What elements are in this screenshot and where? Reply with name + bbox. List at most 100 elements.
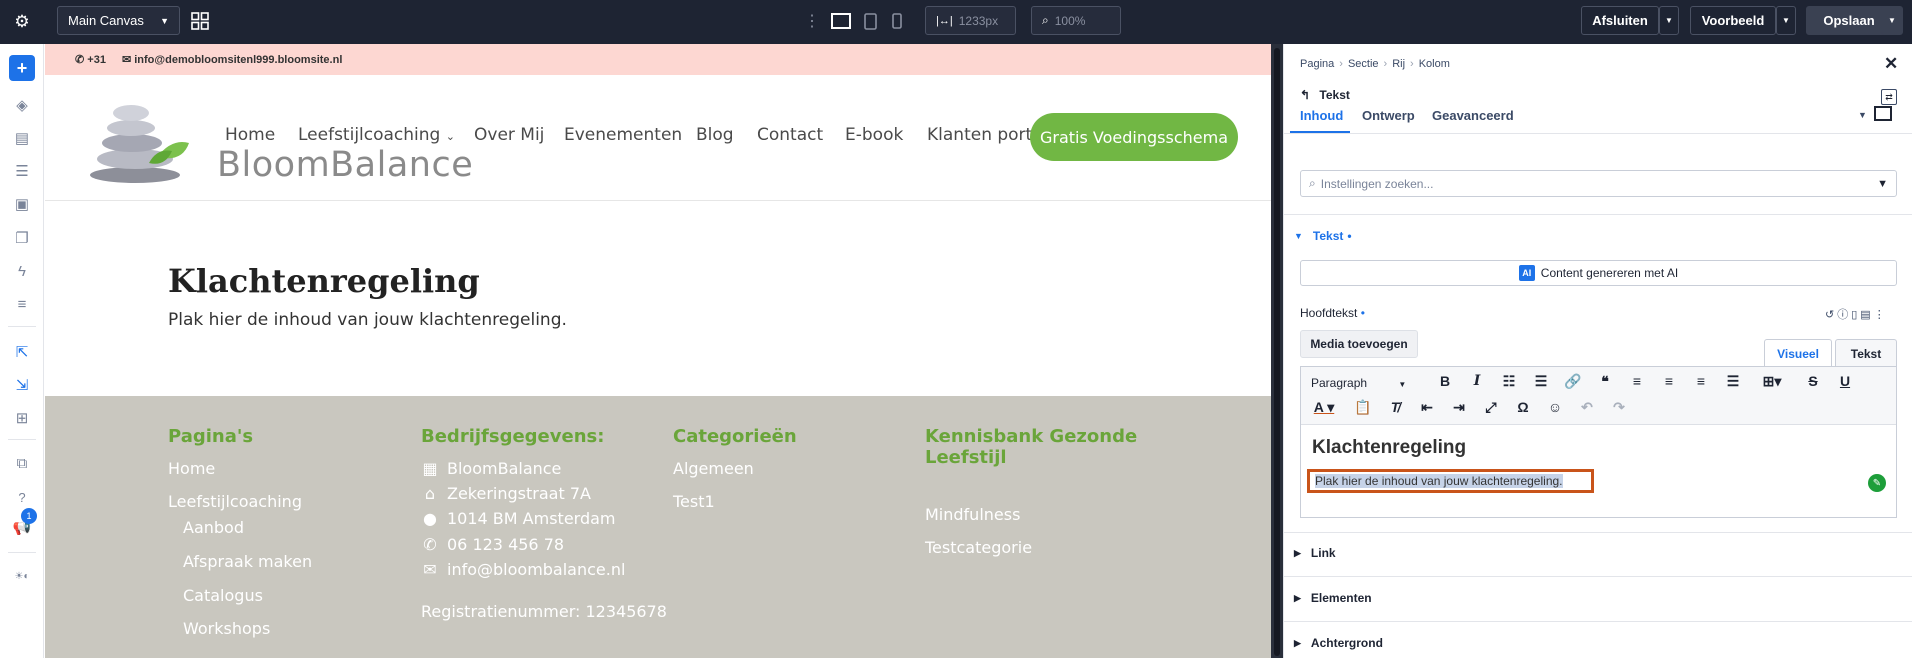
gear-icon[interactable]: ⚙	[10, 10, 34, 34]
editor-paragraph-selected[interactable]: Plak hier de inhoud van jouw klachtenreg…	[1307, 469, 1594, 493]
mobile-view-icon[interactable]	[888, 10, 906, 32]
blockquote-icon[interactable]: ❝	[1595, 373, 1615, 390]
nav-contact[interactable]: Contact	[757, 125, 823, 145]
nav-ebook[interactable]: E-book	[845, 125, 903, 145]
tab-visual-editor[interactable]: Visueel	[1764, 339, 1832, 367]
close-options-dropdown[interactable]: ▼	[1659, 6, 1679, 35]
select-tool-icon[interactable]: ⇱	[9, 339, 35, 365]
save-button[interactable]: Opslaan	[1806, 6, 1892, 35]
bullet-list-icon[interactable]: ☷	[1499, 373, 1519, 390]
database-icon[interactable]: ☰	[9, 158, 35, 184]
structure-icon[interactable]: ⊞	[9, 405, 35, 431]
page-text[interactable]: Plak hier de inhoud van jouw klachtenreg…	[168, 310, 567, 330]
underline-icon[interactable]: U	[1835, 373, 1855, 389]
section-link-header[interactable]: ▶ Link	[1294, 546, 1336, 560]
list-settings-icon[interactable]: ≡	[9, 291, 35, 317]
section-achtergrond-header[interactable]: ▶ Achtergrond	[1294, 636, 1383, 650]
nav-home[interactable]: Home	[225, 125, 275, 145]
align-justify-icon[interactable]: ☰	[1723, 373, 1743, 390]
tablet-view-icon[interactable]	[860, 10, 880, 32]
library-icon[interactable]: ▤	[9, 125, 35, 151]
footer-email[interactable]: ✉ info@bloombalance.nl	[421, 560, 625, 579]
editor-heading[interactable]: Klachtenregeling	[1312, 437, 1466, 459]
grammar-check-icon[interactable]: ✎	[1868, 474, 1886, 492]
footer-category-link[interactable]: Test1	[673, 492, 715, 511]
breadcrumb-item[interactable]: Sectie	[1348, 58, 1379, 70]
width-field[interactable]: |↔| 1233px	[925, 6, 1016, 35]
close-editor-button[interactable]: Afsluiten	[1581, 6, 1659, 35]
stack-icon[interactable]: ⧉	[9, 450, 35, 476]
indent-icon[interactable]: ⇥	[1449, 399, 1469, 416]
info-icon[interactable]: ⓘ	[1837, 309, 1851, 321]
footer-link[interactable]: Home	[168, 459, 215, 478]
close-panel-icon[interactable]: ✕	[1884, 54, 1898, 74]
canvas-scrollbar[interactable]	[1271, 44, 1283, 658]
tab-inhoud[interactable]: Inhoud	[1300, 108, 1343, 123]
numbered-list-icon[interactable]: ☰	[1531, 373, 1551, 390]
settings-search-input[interactable]: ⌕ Instellingen zoeken... ▼	[1300, 170, 1897, 197]
align-center-icon[interactable]: ≡	[1659, 373, 1679, 389]
align-left-icon[interactable]: ≡	[1627, 373, 1647, 389]
clear-formatting-icon[interactable]: T̸	[1385, 399, 1405, 415]
preview-options-dropdown[interactable]: ▼	[1776, 6, 1796, 35]
generate-ai-button[interactable]: AI Content genereren met AI	[1300, 260, 1897, 286]
nav-leefstijlcoaching[interactable]: Leefstijlcoaching ⌄	[298, 125, 455, 145]
responsive-dropdown-icon[interactable]: ▼	[1858, 110, 1867, 120]
emoji-icon[interactable]: ☺	[1545, 399, 1565, 415]
section-elementen-header[interactable]: ▶ Elementen	[1294, 591, 1372, 605]
more-options-icon[interactable]: ⋮	[1874, 309, 1888, 321]
breadcrumb-item[interactable]: Pagina	[1300, 58, 1334, 70]
special-character-icon[interactable]: Ω	[1513, 399, 1533, 415]
bold-icon[interactable]: B	[1435, 373, 1455, 389]
footer-category-link[interactable]: Algemeen	[673, 459, 754, 478]
align-right-icon[interactable]: ≡	[1691, 373, 1711, 389]
desktop-device-icon[interactable]	[1874, 106, 1892, 121]
desktop-view-icon[interactable]	[829, 10, 853, 32]
drag-handle-icon[interactable]: ⋮	[804, 10, 820, 32]
footer-link[interactable]: Aanbod	[183, 518, 244, 537]
dynamic-data-icon[interactable]: ▤	[1860, 309, 1873, 321]
canvas-select[interactable]: Main Canvas ▼	[57, 6, 180, 35]
tab-text-editor[interactable]: Tekst	[1835, 339, 1897, 367]
format-select[interactable]: Paragraph ▼	[1311, 376, 1406, 390]
reset-icon[interactable]: ↺	[1825, 309, 1837, 321]
announcements-icon[interactable]: 📢 1	[9, 508, 37, 540]
add-media-button[interactable]: Media toevoegen	[1300, 330, 1418, 358]
redo-icon[interactable]: ↷	[1609, 399, 1629, 416]
select-parent-icon[interactable]: ⇲	[9, 372, 35, 398]
theme-toggle[interactable]: ☀◐	[9, 563, 35, 589]
form-icon[interactable]: ▣	[9, 191, 35, 217]
nav-over-mij[interactable]: Over Mij	[474, 125, 544, 145]
footer-link[interactable]: Afspraak maken	[183, 552, 312, 571]
email-contact[interactable]: ✉ info@demobloomsitenl999.bloomsite.nl	[122, 53, 342, 66]
footer-kb-link[interactable]: Testcategorie	[925, 538, 1032, 557]
breadcrumb-item[interactable]: Kolom	[1419, 58, 1450, 70]
pages-icon[interactable]: ❐	[9, 225, 35, 251]
preview-button[interactable]: Voorbeeld	[1690, 6, 1776, 35]
phone-contact[interactable]: ✆ +31	[75, 53, 106, 66]
italic-icon[interactable]: I	[1467, 373, 1487, 389]
breadcrumb-item[interactable]: Rij	[1392, 58, 1405, 70]
tab-ontwerp[interactable]: Ontwerp	[1362, 108, 1415, 123]
lightning-icon[interactable]: ϟ	[9, 258, 35, 284]
cta-button[interactable]: Gratis Voedingsschema	[1030, 113, 1238, 161]
nav-evenementen[interactable]: Evenementen	[564, 125, 682, 145]
save-options-dropdown[interactable]: ▼	[1881, 6, 1903, 35]
undo-icon[interactable]: ↶	[1577, 399, 1597, 416]
tab-geavanceerd[interactable]: Geavanceerd	[1432, 108, 1514, 123]
table-icon[interactable]: ⊞▾	[1757, 373, 1787, 390]
grid-icon[interactable]	[189, 10, 211, 32]
footer-link[interactable]: Leefstijlcoaching	[168, 492, 302, 511]
outdent-icon[interactable]: ⇤	[1417, 399, 1437, 416]
section-tekst-header[interactable]: ▼ Tekst •	[1294, 229, 1352, 243]
page-title[interactable]: Klachtenregeling	[168, 262, 480, 300]
help-icon[interactable]: ?	[9, 484, 35, 510]
back-arrow-icon[interactable]: ↰	[1300, 88, 1310, 102]
layers-icon[interactable]: ◈	[9, 92, 35, 118]
link-icon[interactable]: 🔗	[1563, 373, 1583, 390]
add-element-button[interactable]: +	[9, 55, 35, 81]
copy-icon[interactable]: ▯	[1851, 309, 1860, 321]
scrollbar-thumb[interactable]	[1274, 48, 1280, 656]
footer-link[interactable]: Catalogus	[183, 586, 263, 605]
fullscreen-icon[interactable]: ⤢	[1481, 399, 1501, 416]
